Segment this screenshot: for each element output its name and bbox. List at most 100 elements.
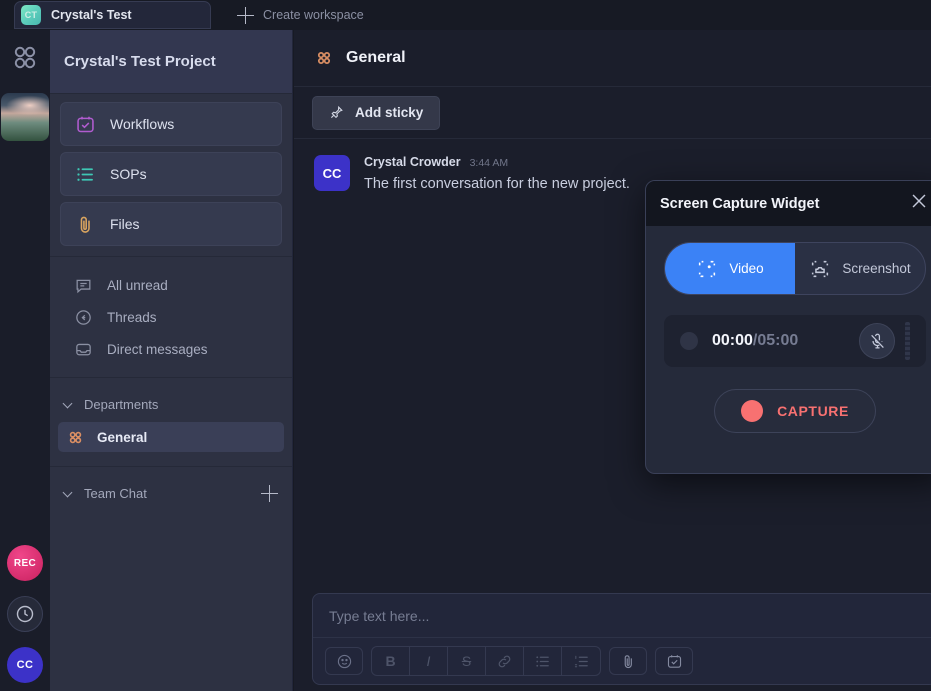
group-label: Team Chat (84, 486, 147, 501)
mode-screenshot[interactable]: Screenshot (795, 243, 925, 294)
italic-button[interactable]: I (410, 647, 448, 675)
mic-toggle-button[interactable] (859, 323, 895, 359)
timer-total: 05:00 (757, 332, 798, 349)
workspace-tab-label: Crystal's Test (51, 8, 132, 22)
profile-avatar[interactable]: CC (7, 647, 43, 683)
workspace-tabbar: CT Crystal's Test Create workspace (0, 0, 931, 30)
sidebar-item-direct-messages[interactable]: Direct messages (60, 333, 282, 365)
audio-level-meter (905, 322, 910, 360)
message-avatar: CC (314, 155, 350, 191)
group-header-departments[interactable]: Departments (50, 390, 292, 418)
numbered-list-icon (573, 653, 590, 670)
bold-button[interactable]: B (372, 647, 410, 675)
add-team-chat-icon[interactable] (261, 485, 278, 502)
channel-label: General (97, 430, 147, 445)
recording-status-dot (680, 332, 698, 350)
chevron-down-icon (64, 488, 74, 498)
add-sticky-button[interactable]: Add sticky (312, 96, 440, 130)
message-meta: Crystal Crowder 3:44 AM (364, 155, 630, 169)
project-nav-block: Workflows SOPs Files (50, 94, 292, 257)
emoji-button[interactable] (325, 647, 363, 675)
mode-video-label: Video (729, 261, 763, 276)
workspace-thumbnail[interactable] (1, 93, 49, 141)
workspace-avatar: CT (21, 5, 41, 25)
link-button[interactable] (486, 647, 524, 675)
plus-icon (237, 7, 254, 24)
chat-bubble-icon (74, 276, 93, 295)
create-workspace-label: Create workspace (263, 8, 364, 22)
sidebar-item-threads[interactable]: Threads (60, 301, 282, 333)
timer-value: 00:00/05:00 (712, 332, 798, 350)
camera-frame-icon (809, 258, 831, 280)
sidebar-item-label: All unread (107, 278, 168, 293)
channel-header: General (294, 30, 931, 87)
mode-screenshot-label: Screenshot (842, 261, 910, 276)
project-title: Crystal's Test Project (64, 53, 216, 70)
group-departments: Departments General (50, 378, 292, 467)
message-author: Crystal Crowder (364, 155, 461, 169)
group-header-team-chat[interactable]: Team Chat (50, 479, 292, 507)
capture-action-row: CAPTURE (664, 389, 926, 433)
paperclip-icon (75, 214, 96, 235)
numbered-list-button[interactable] (562, 647, 600, 675)
message-body: Crystal Crowder 3:44 AM The first conver… (364, 155, 630, 192)
mode-video[interactable]: Video (665, 243, 795, 294)
timer-current: 00:00 (712, 332, 753, 349)
clock-icon (15, 604, 35, 624)
app-logo-icon[interactable] (10, 44, 40, 79)
paperclip-icon (620, 653, 637, 670)
grid-dots-icon (314, 48, 334, 68)
record-dot-icon (741, 400, 763, 422)
close-icon (908, 190, 930, 212)
inbox-icon (74, 340, 93, 359)
sidebar-item-files[interactable]: Files (60, 202, 282, 246)
message-text: The first conversation for the new proje… (364, 176, 630, 192)
emoji-icon (336, 653, 353, 670)
recording-timer-row: 00:00/05:00 (664, 315, 926, 367)
bulleted-list-button[interactable] (524, 647, 562, 675)
sidebar-item-workflows[interactable]: Workflows (60, 102, 282, 146)
close-button[interactable] (908, 190, 930, 217)
app-window: CT Crystal's Test Create workspace REC C… (0, 0, 931, 691)
attach-button[interactable] (609, 647, 647, 675)
strikethrough-button[interactable]: S (448, 647, 486, 675)
utility-nav-block: All unread Threads Direct messages (50, 257, 292, 378)
task-button[interactable] (655, 647, 693, 675)
left-rail: REC CC (0, 30, 50, 691)
link-icon (496, 653, 513, 670)
message-input[interactable]: Type text here... (313, 594, 931, 638)
channel-title: General (346, 49, 406, 67)
workspace-tab[interactable]: CT Crystal's Test (14, 1, 211, 29)
sidebar-item-sops[interactable]: SOPs (60, 152, 282, 196)
sidebar-channel-general[interactable]: General (58, 422, 284, 452)
capture-button[interactable]: CAPTURE (714, 389, 876, 433)
sidebar-item-label: Direct messages (107, 342, 208, 357)
capture-mode-toggle: Video Screenshot (664, 242, 926, 295)
composer-toolbar: B I S (313, 638, 931, 684)
capture-label: CAPTURE (777, 403, 849, 419)
sidebar-item-label: Workflows (110, 116, 174, 132)
sidebar-item-all-unread[interactable]: All unread (60, 269, 282, 301)
sidebar-item-label: Files (110, 216, 140, 232)
sidebar-item-label: Threads (107, 310, 157, 325)
history-button[interactable] (7, 596, 43, 632)
chevron-down-icon (64, 399, 74, 409)
mic-muted-icon (868, 332, 887, 351)
sticky-bar: Add sticky (294, 87, 931, 139)
message-composer: Type text here... B I S (312, 593, 931, 685)
reply-arrow-icon (74, 308, 93, 327)
rec-button[interactable]: REC (7, 545, 43, 581)
screen-capture-widget: Screen Capture Widget Video (645, 180, 931, 474)
workflow-check-icon (75, 114, 96, 135)
project-header[interactable]: Crystal's Test Project (50, 30, 292, 94)
sidebar-item-label: SOPs (110, 166, 147, 182)
widget-titlebar[interactable]: Screen Capture Widget (646, 181, 931, 226)
task-check-icon (666, 653, 683, 670)
message-timestamp: 3:44 AM (470, 157, 509, 169)
format-tool-group: B I S (371, 646, 601, 676)
create-workspace-button[interactable]: Create workspace (237, 7, 364, 24)
project-sidebar: Crystal's Test Project Workflows SOPs (50, 30, 293, 691)
video-frame-icon (696, 258, 718, 280)
group-label: Departments (84, 397, 158, 412)
widget-title: Screen Capture Widget (660, 196, 819, 212)
